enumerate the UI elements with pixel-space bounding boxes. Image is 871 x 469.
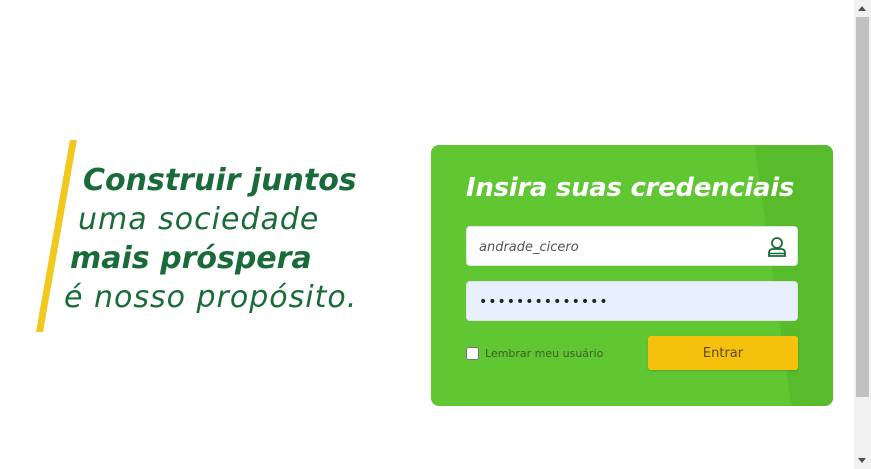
password-field[interactable] [466,281,798,322]
submit-button[interactable]: Entrar [648,336,798,370]
user-icon [768,237,786,257]
username-field[interactable] [466,226,798,267]
login-card: Insira suas credenciais Lembrar meu usuá… [431,145,833,406]
scroll-thumb[interactable] [856,17,869,397]
remember-label: Lembrar meu usuário [485,347,604,360]
remember-user[interactable]: Lembrar meu usuário [466,347,603,360]
remember-checkbox[interactable] [466,347,479,360]
slogan-line-3: mais próspera [70,241,312,276]
slogan-line-4: é nosso propósito. [64,280,358,315]
scroll-up-arrow-icon[interactable] [858,6,866,11]
slogan-line-1: Construir juntos [83,163,357,198]
scroll-down-arrow-icon[interactable] [858,458,866,463]
slogan-line-2: uma sociedade [78,202,320,237]
login-title: Insira suas credenciais [466,173,795,203]
username-input[interactable] [477,227,761,267]
vertical-scrollbar[interactable] [854,0,871,469]
password-input[interactable] [477,282,761,322]
